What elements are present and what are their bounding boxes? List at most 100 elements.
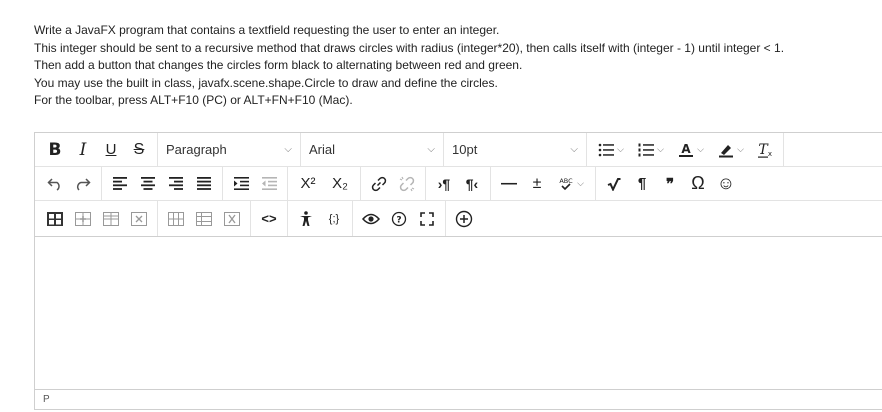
instruction-line: Write a JavaFX program that contains a t… bbox=[34, 23, 500, 37]
table-delete-col-button[interactable] bbox=[218, 205, 246, 233]
clear-formatting-button[interactable]: Tx bbox=[751, 136, 779, 164]
plus-minus-button[interactable]: ± bbox=[523, 170, 551, 198]
align-left-button[interactable] bbox=[106, 170, 134, 198]
table-col-after-button[interactable] bbox=[190, 205, 218, 233]
table-row-before-button[interactable] bbox=[69, 205, 97, 233]
emoticons-button[interactable]: ☺ bbox=[712, 170, 740, 198]
undo-button[interactable] bbox=[41, 170, 69, 198]
bold-button[interactable]: B bbox=[41, 136, 69, 164]
chevron-down-icon: ⌵ bbox=[737, 144, 744, 154]
chevron-down-icon: ⌵ bbox=[427, 144, 435, 155]
indent-icon bbox=[233, 177, 249, 190]
indent-button[interactable] bbox=[227, 170, 255, 198]
chevron-down-icon: ⌵ bbox=[697, 144, 704, 154]
italic-button[interactable]: I bbox=[69, 136, 97, 164]
justify-icon bbox=[197, 177, 211, 190]
element-path[interactable]: P bbox=[43, 394, 50, 405]
chevron-down-icon: ⌵ bbox=[284, 144, 292, 155]
toolbar-row-2: X² X₂ ›¶ ¶‹ — ± ABC ⌵ ¶ ❞ Ω ☺ bbox=[35, 167, 882, 201]
question-instructions: Write a JavaFX program that contains a t… bbox=[34, 22, 880, 110]
outdent-icon bbox=[261, 177, 277, 190]
table-icon bbox=[47, 211, 63, 226]
font-size-select[interactable]: 10pt ⌵ bbox=[444, 136, 586, 164]
numbered-list-icon bbox=[638, 143, 655, 156]
undo-icon bbox=[47, 177, 60, 191]
table-row-icon bbox=[75, 211, 91, 226]
editor-statusbar: P bbox=[35, 389, 882, 409]
help-icon: ? bbox=[391, 211, 407, 226]
editor-content-area[interactable] bbox=[35, 237, 882, 389]
font-family-value: Arial bbox=[309, 142, 336, 157]
plus-circle-icon bbox=[455, 210, 473, 227]
table-delete-icon bbox=[224, 211, 240, 226]
accessibility-icon bbox=[300, 210, 312, 226]
instruction-line: This integer should be sent to a recursi… bbox=[34, 40, 785, 55]
insert-link-button[interactable] bbox=[365, 170, 393, 198]
subscript-button[interactable]: X₂ bbox=[324, 170, 356, 198]
font-size-value: 10pt bbox=[452, 142, 478, 157]
numbered-list-button[interactable]: ⌵ bbox=[631, 136, 671, 164]
justify-button[interactable] bbox=[190, 170, 218, 198]
block-format-select[interactable]: Paragraph ⌵ bbox=[158, 136, 300, 164]
square-root-icon bbox=[607, 177, 621, 191]
font-family-select[interactable]: Arial ⌵ bbox=[301, 136, 443, 164]
code-button[interactable]: <> bbox=[255, 205, 283, 233]
toolbar-hint: For the toolbar, press ALT+F10 (PC) or A… bbox=[34, 93, 353, 107]
bullet-list-icon bbox=[598, 143, 615, 156]
accessibility-checker-button[interactable] bbox=[292, 205, 320, 233]
bullet-list-button[interactable]: ⌵ bbox=[591, 136, 631, 164]
spellcheck-label: ABC bbox=[559, 177, 573, 185]
spellcheck-button[interactable]: ABC ⌵ bbox=[551, 170, 591, 198]
instruction-line: Then add a button that changes the circl… bbox=[34, 58, 523, 72]
highlighter-icon bbox=[719, 144, 734, 157]
align-left-icon bbox=[113, 177, 127, 190]
table-row-after-button[interactable] bbox=[97, 205, 125, 233]
chevron-down-icon: ⌵ bbox=[570, 144, 578, 155]
insert-table-button[interactable] bbox=[41, 205, 69, 233]
table-delete-icon bbox=[131, 211, 147, 226]
unlink-icon bbox=[399, 176, 415, 191]
svg-text:A: A bbox=[681, 142, 691, 156]
chevron-down-icon: ⌵ bbox=[577, 178, 584, 188]
superscript-button[interactable]: X² bbox=[292, 170, 324, 198]
toolbar-row-1: B I U S Paragraph ⌵ Arial ⌵ 10pt ⌵ ⌵ ⌵ A… bbox=[35, 133, 882, 167]
redo-button[interactable] bbox=[69, 170, 97, 198]
block-format-value: Paragraph bbox=[166, 142, 227, 157]
instruction-line: You may use the built in class, javafx.s… bbox=[34, 75, 498, 90]
link-icon bbox=[371, 176, 387, 191]
code-block-button[interactable]: {;} bbox=[320, 205, 348, 233]
rich-text-editor: B I U S Paragraph ⌵ Arial ⌵ 10pt ⌵ ⌵ ⌵ A… bbox=[34, 132, 882, 410]
highlight-color-button[interactable]: ⌵ bbox=[711, 136, 751, 164]
paragraph-mark-button[interactable]: ¶ bbox=[628, 170, 656, 198]
unlink-button[interactable] bbox=[393, 170, 421, 198]
text-color-button[interactable]: A ⌵ bbox=[671, 136, 711, 164]
rtl-button[interactable]: ¶‹ bbox=[458, 170, 486, 198]
text-color-icon: A bbox=[679, 142, 694, 157]
table-row-icon bbox=[103, 211, 119, 226]
blockquote-button[interactable]: ❞ bbox=[656, 170, 684, 198]
align-right-button[interactable] bbox=[162, 170, 190, 198]
strikethrough-button[interactable]: S bbox=[125, 136, 153, 164]
spellcheck-icon: ABC bbox=[559, 177, 573, 190]
ltr-button[interactable]: ›¶ bbox=[430, 170, 458, 198]
clear-formatting-icon: Tx bbox=[758, 142, 772, 158]
outdent-button[interactable] bbox=[255, 170, 283, 198]
underline-button[interactable]: U bbox=[97, 136, 125, 164]
insert-content-button[interactable] bbox=[450, 205, 478, 233]
table-column-icon bbox=[196, 211, 212, 226]
help-button[interactable]: ? bbox=[385, 205, 413, 233]
special-character-button[interactable]: Ω bbox=[684, 170, 712, 198]
toolbar-row-3: <> {;} ? bbox=[35, 201, 882, 237]
horizontal-rule-button[interactable]: — bbox=[495, 170, 523, 198]
preview-button[interactable] bbox=[357, 205, 385, 233]
align-center-button[interactable] bbox=[134, 170, 162, 198]
chevron-down-icon: ⌵ bbox=[657, 144, 664, 154]
align-center-icon bbox=[141, 177, 155, 190]
redo-icon bbox=[76, 177, 91, 191]
square-root-button[interactable] bbox=[600, 170, 628, 198]
align-right-icon bbox=[169, 177, 183, 190]
fullscreen-button[interactable] bbox=[413, 205, 441, 233]
table-delete-row-button[interactable] bbox=[125, 205, 153, 233]
table-col-before-button[interactable] bbox=[162, 205, 190, 233]
svg-text:?: ? bbox=[396, 215, 401, 225]
